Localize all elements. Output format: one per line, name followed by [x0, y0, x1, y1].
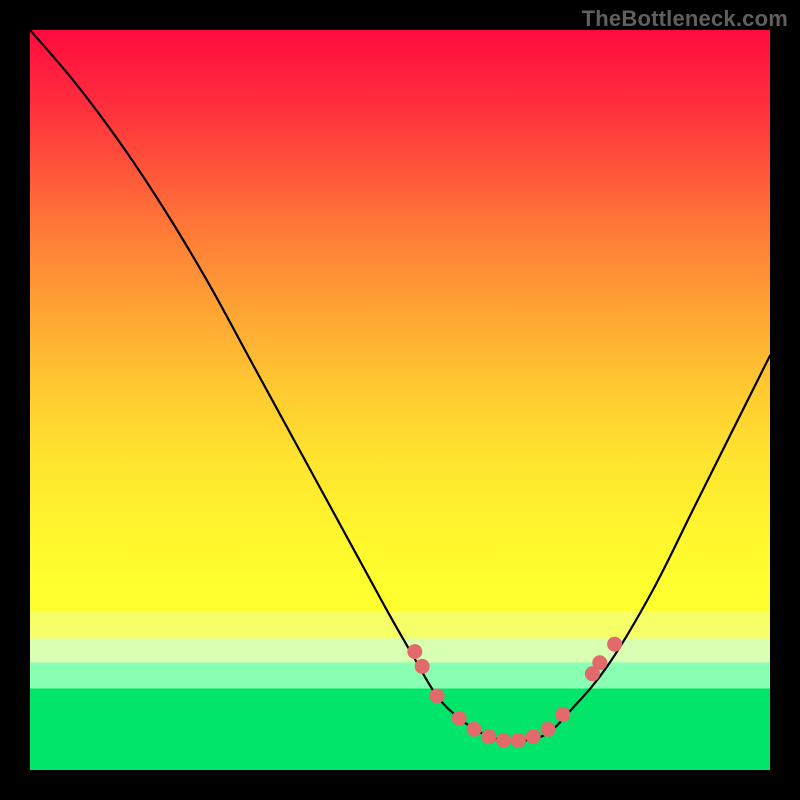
curve-marker	[607, 637, 622, 652]
curve-marker	[407, 644, 422, 659]
curve-marker	[526, 729, 541, 744]
curve-marker	[452, 711, 467, 726]
curve-layer	[30, 30, 770, 770]
watermark-text: TheBottleneck.com	[582, 6, 788, 32]
curve-marker	[481, 729, 496, 744]
curve-marker	[415, 659, 430, 674]
curve-marker	[467, 722, 482, 737]
curve-marker	[496, 733, 511, 748]
curve-marker	[541, 722, 556, 737]
curve-marker	[592, 655, 607, 670]
bottleneck-curve	[30, 30, 770, 741]
curve-markers	[407, 637, 622, 748]
curve-marker	[430, 689, 445, 704]
chart-frame: TheBottleneck.com	[0, 0, 800, 800]
plot-area	[30, 30, 770, 770]
curve-marker	[511, 733, 526, 748]
curve-marker	[555, 707, 570, 722]
